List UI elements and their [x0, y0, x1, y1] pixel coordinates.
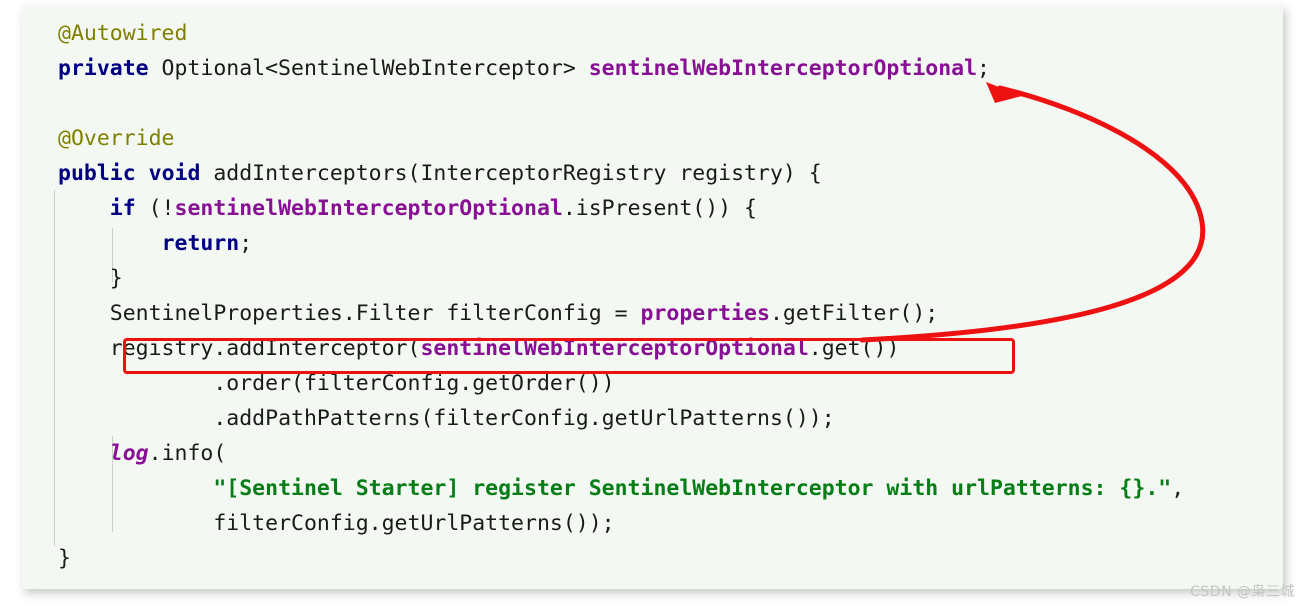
code-line-16: } — [58, 541, 1283, 576]
code-token-pl: , — [1171, 476, 1185, 501]
code-token-an: @Override — [58, 126, 175, 151]
code-token-pl: .isPresent()) { — [562, 196, 758, 221]
code-editor-content[interactable]: @Autowired private Optional<SentinelWebIn… — [22, 6, 1283, 576]
code-token-pl: ; — [239, 231, 253, 256]
code-line-4: @Override — [58, 121, 1283, 156]
code-token-pl: addInterceptors(InterceptorRegistry regi… — [200, 161, 822, 186]
code-token-pl: .getFilter(); — [769, 301, 939, 326]
code-token-pl: filterConfig.getUrlPatterns()); — [213, 511, 615, 536]
code-token-str: "[Sentinel Starter] register SentinelWeb… — [213, 476, 1172, 501]
code-token-pl: .order(filterConfig.getOrder()) — [213, 371, 615, 396]
code-line-8: } — [58, 261, 1283, 296]
code-token-k: if — [109, 196, 136, 221]
code-token-pl: registry.addInterceptor( — [109, 336, 421, 361]
code-token-pl: .info( — [148, 441, 227, 466]
code-token-fld: sentinelWebInterceptorOptional — [420, 336, 809, 361]
code-token-pl: (! — [135, 196, 175, 221]
code-line-1: @Autowired — [58, 16, 1283, 51]
code-line-9: SentinelProperties.Filter filterConfig =… — [58, 296, 1283, 331]
code-token-k: public — [58, 161, 136, 186]
code-line-2: private Optional<SentinelWebInterceptor>… — [58, 51, 1283, 86]
code-token-pl: .addPathPatterns(filterConfig.getUrlPatt… — [213, 406, 835, 431]
code-panel: @Autowired private Optional<SentinelWebIn… — [22, 6, 1283, 589]
code-line-15: filterConfig.getUrlPatterns()); — [58, 506, 1283, 541]
code-token-pl: .get()) — [808, 336, 900, 361]
code-line-13: log.info( — [58, 436, 1283, 471]
code-line-7: return; — [58, 226, 1283, 261]
code-line-6: if (!sentinelWebInterceptorOptional.isPr… — [58, 191, 1283, 226]
code-token-k: return — [161, 231, 240, 256]
code-token-pl: } — [109, 266, 123, 291]
code-token-pl: } — [58, 546, 71, 571]
code-line-11: .order(filterConfig.getOrder()) — [58, 366, 1283, 401]
code-line-3: ​ — [58, 86, 1283, 121]
code-line-12: .addPathPatterns(filterConfig.getUrlPatt… — [58, 401, 1283, 436]
code-token-an: @Autowired — [58, 21, 188, 46]
code-token-fldi: log — [109, 441, 149, 466]
code-token-fld: sentinelWebInterceptorOptional — [588, 56, 978, 81]
code-line-5: public void addInterceptors(InterceptorR… — [58, 156, 1283, 191]
code-line-14: "[Sentinel Starter] register SentinelWeb… — [58, 471, 1283, 506]
code-token-pl: Optional<SentinelWebInterceptor> — [148, 56, 589, 81]
code-token-fld: sentinelWebInterceptorOptional — [174, 196, 563, 221]
watermark: CSDN @枭三城 — [1190, 584, 1295, 600]
code-token-k: void — [148, 161, 201, 186]
code-token-pl: SentinelProperties.Filter filterConfig = — [109, 301, 641, 326]
code-token-fld: properties — [640, 301, 770, 326]
code-token-pl: ; — [977, 56, 990, 81]
code-line-10: registry.addInterceptor(sentinelWebInter… — [58, 331, 1283, 366]
code-token-k: private — [58, 56, 149, 81]
